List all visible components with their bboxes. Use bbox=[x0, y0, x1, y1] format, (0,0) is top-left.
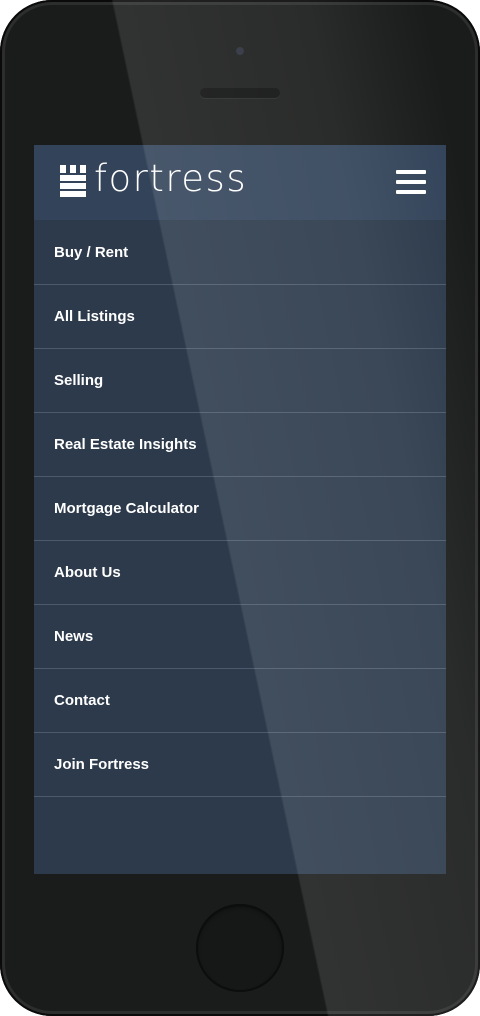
nav-item-buy-rent[interactable]: Buy / Rent bbox=[34, 220, 446, 285]
fortress-tower-icon bbox=[60, 165, 86, 197]
nav-item-mortgage-calculator[interactable]: Mortgage Calculator bbox=[34, 477, 446, 541]
site-header: fortress bbox=[34, 145, 446, 220]
nav-item-real-estate-insights[interactable]: Real Estate Insights bbox=[34, 413, 446, 477]
hamburger-menu-icon[interactable] bbox=[396, 169, 426, 195]
earpiece-speaker bbox=[200, 88, 280, 98]
brand-name: fortress bbox=[94, 157, 248, 200]
nav-item-news[interactable]: News bbox=[34, 605, 446, 669]
nav-item-join-fortress[interactable]: Join Fortress bbox=[34, 733, 446, 797]
brand-logo[interactable]: fortress bbox=[60, 159, 247, 199]
phone-screen: fortress Buy / Rent All Listings Selling… bbox=[34, 145, 446, 874]
nav-item-contact[interactable]: Contact bbox=[34, 669, 446, 733]
home-button[interactable] bbox=[196, 904, 284, 992]
nav-menu: Buy / Rent All Listings Selling Real Est… bbox=[34, 220, 446, 797]
nav-item-about-us[interactable]: About Us bbox=[34, 541, 446, 605]
nav-item-selling[interactable]: Selling bbox=[34, 349, 446, 413]
front-camera bbox=[236, 47, 244, 55]
phone-frame: fortress Buy / Rent All Listings Selling… bbox=[0, 0, 480, 1016]
nav-item-all-listings[interactable]: All Listings bbox=[34, 285, 446, 349]
